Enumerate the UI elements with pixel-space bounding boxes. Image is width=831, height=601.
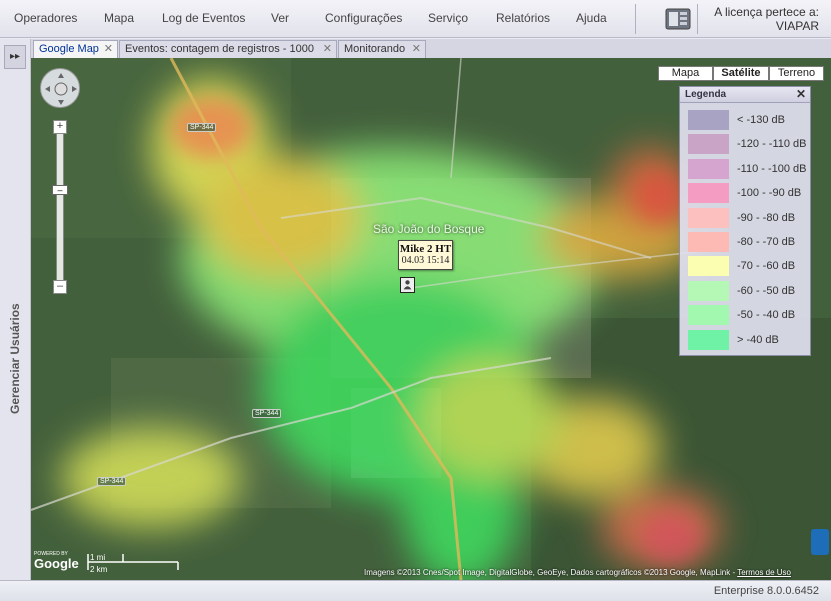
legend-row: -120 - -110 dB — [688, 134, 808, 155]
menu-separator — [697, 4, 698, 34]
scale-km: 2 km — [90, 565, 108, 574]
legend-swatch — [688, 280, 729, 301]
close-icon[interactable]: ✕ — [796, 87, 806, 101]
google-logo: Google — [34, 556, 79, 571]
status-bar: Enterprise 8.0.0.6452 — [0, 580, 831, 601]
menu-operadores[interactable]: Operadores — [14, 11, 77, 25]
street-view-icon[interactable] — [811, 529, 829, 555]
road-label: SP-344 — [97, 477, 127, 486]
legend-label: -100 - -90 dB — [737, 187, 802, 200]
marker-time: 04.03 15:14 — [401, 255, 450, 266]
legend-label: < -130 dB — [737, 114, 786, 126]
menu-ver[interactable]: Ver — [271, 11, 289, 25]
legend-swatch — [688, 207, 729, 228]
road-label: SP-344 — [252, 409, 282, 418]
license-owner: VIAPAR — [775, 19, 819, 33]
hand-icon — [45, 73, 77, 105]
tab-bar: Google Map ✕ Eventos: contagem de regist… — [31, 39, 831, 58]
tab-monitorando[interactable]: Monitorando ✕ — [338, 40, 426, 58]
legend-label: -110 - -100 dB — [737, 162, 807, 175]
map-attribution: Imagens ©2013 Cnes/Spot Image, DigitalGl… — [364, 568, 791, 577]
menu-log-de-eventos[interactable]: Log de Eventos — [162, 11, 245, 25]
legend-row: -60 - -50 dB — [688, 280, 808, 301]
legend-swatch — [688, 183, 729, 204]
legend-row: -80 - -70 dB — [688, 232, 808, 252]
legend-row: -100 - -90 dB — [688, 183, 808, 204]
expand-panel-button[interactable]: ▸▸ — [4, 45, 26, 69]
map-type-mapa[interactable]: Mapa — [658, 66, 713, 81]
legend-row: < -130 dB — [688, 110, 808, 130]
zoom-in-button[interactable]: + — [53, 120, 67, 134]
legend-row: -50 - -40 dB — [688, 305, 808, 326]
legend-header: Legenda ✕ — [680, 87, 810, 103]
marker-title: Mike 2 HT — [399, 243, 452, 255]
legend-swatch — [688, 134, 729, 155]
legend-label: -90 - -80 dB — [737, 211, 796, 224]
legend-row: -90 - -80 dB — [688, 207, 808, 228]
user-panel-label[interactable]: Gerenciar Usuários — [8, 303, 22, 414]
menu-servico[interactable]: Serviço — [428, 11, 468, 25]
legend-label: -70 - -60 dB — [737, 260, 796, 273]
legend-row: -110 - -100 dB — [688, 158, 808, 179]
menu-relatorios[interactable]: Relatórios — [496, 11, 550, 25]
close-icon[interactable]: ✕ — [104, 42, 113, 55]
legend-title: Legenda — [685, 89, 727, 100]
terms-link[interactable]: Termos de Uso — [737, 568, 791, 577]
legend-row: -70 - -60 dB — [688, 256, 808, 277]
tab-eventos[interactable]: Eventos: contagem de registros - 1000 ✕ — [119, 40, 337, 58]
map-view[interactable]: São João do Bosque SP-344 SP-344 SP-344 … — [31, 58, 831, 580]
legend-swatch — [688, 158, 729, 179]
user-panel-collapsed: ▸▸ Gerenciar Usuários — [0, 39, 31, 580]
zoom-slider[interactable] — [56, 126, 64, 286]
marker-popup[interactable]: Mike 2 HT 04.03 15:14 — [398, 240, 453, 270]
person-icon[interactable] — [400, 277, 415, 293]
menu-configuracoes[interactable]: Configurações — [325, 11, 402, 25]
tab-label: Monitorando — [344, 43, 406, 55]
legend-row: > -40 dB — [688, 329, 808, 350]
license-label: A licença pertece a: — [714, 5, 819, 19]
attribution-text: Imagens ©2013 Cnes/Spot Image, DigitalGl… — [364, 568, 736, 577]
legend-swatch — [688, 329, 729, 350]
legend-swatch — [688, 110, 729, 130]
menu-mapa[interactable]: Mapa — [104, 11, 134, 25]
zoom-slider-handle[interactable]: – — [52, 185, 68, 195]
map-type-terreno[interactable]: Terreno — [769, 66, 824, 81]
tab-label: Eventos: contagem de registros - 1000 — [125, 43, 314, 55]
legend-label: > -40 dB — [737, 333, 779, 346]
scale-mi: 1 mi — [90, 553, 106, 562]
legend-swatch — [688, 256, 729, 277]
legend-swatch — [688, 305, 729, 326]
device-icon[interactable] — [665, 7, 691, 31]
legend-panel: Legenda ✕ < -130 dB -120 - -110 dB -110 - … — [679, 86, 811, 356]
tab-label: Google Map — [39, 43, 99, 55]
road-label: SP-344 — [187, 123, 217, 132]
tab-google-map[interactable]: Google Map ✕ — [33, 40, 118, 58]
pan-control[interactable] — [40, 68, 80, 108]
app-window: Operadores Mapa Log de Eventos Ver Confi… — [0, 0, 831, 601]
legend-swatch — [688, 232, 729, 252]
menu-ajuda[interactable]: Ajuda — [576, 11, 607, 25]
license-info: A licença pertece a: VIAPAR — [714, 5, 819, 33]
legend-label: -50 - -40 dB — [737, 309, 796, 322]
version-label: Enterprise 8.0.0.6452 — [713, 585, 819, 597]
close-icon[interactable]: ✕ — [412, 42, 421, 55]
map-place-label: São João do Bosque — [373, 222, 485, 236]
map-type-satellite[interactable]: Satélite — [713, 66, 769, 81]
menu-bar: Operadores Mapa Log de Eventos Ver Confi… — [0, 0, 831, 38]
menu-separator — [635, 4, 636, 34]
zoom-out-button[interactable]: – — [53, 280, 67, 294]
close-icon[interactable]: ✕ — [323, 42, 332, 55]
legend-label: -60 - -50 dB — [737, 284, 796, 297]
legend-label: -120 - -110 dB — [737, 138, 807, 151]
legend-label: -80 - -70 dB — [737, 236, 796, 248]
